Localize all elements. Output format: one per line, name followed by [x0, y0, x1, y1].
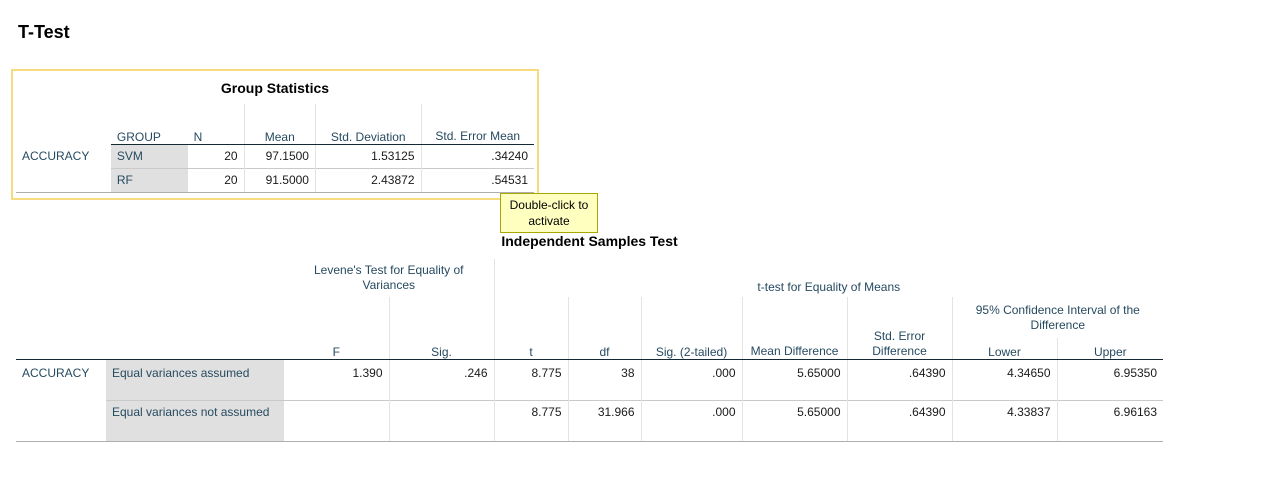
ist-col-lower: Lower	[951, 338, 1058, 360]
ist-mean-diff-not-assumed: 5.65000	[741, 399, 848, 442]
ist-col-sig2: Sig. (2-tailed)	[640, 297, 743, 360]
ist-variable: ACCURACY	[16, 358, 106, 400]
ist-col-sig: Sig.	[388, 297, 495, 360]
gs-group-svm: SVM	[110, 144, 188, 168]
ist-col-se-diff: Std. Error Difference	[846, 297, 953, 360]
ist-col-mean-diff: Mean Difference	[741, 297, 848, 360]
gs-col-sd: Std. Deviation	[314, 104, 421, 145]
ist-mean-diff-assumed: 5.65000	[741, 359, 848, 400]
page-title: T-Test	[18, 22, 70, 42]
activate-tooltip: Double-click to activate	[500, 193, 598, 233]
ist-f-not-assumed	[284, 399, 389, 442]
independent-test-table[interactable]: Levene's Test for Equality of Variances …	[16, 259, 1164, 442]
ist-upper-assumed: 6.95350	[1056, 359, 1164, 400]
ist-col-t: t	[493, 297, 569, 360]
gs-mean-svm: 97.1500	[243, 144, 316, 168]
ist-sig2-assumed: .000	[640, 359, 743, 400]
ist-df-not-assumed: 31.966	[567, 399, 642, 442]
ist-se-diff-assumed: .64390	[846, 359, 953, 400]
group-statistics-title: Group Statistics	[220, 80, 330, 96]
gs-corner	[16, 104, 111, 144]
ist-lower-not-assumed: 4.33837	[951, 399, 1058, 442]
gs-col-mean: Mean	[243, 104, 316, 145]
ist-df-assumed: 38	[567, 359, 642, 400]
ist-se-diff-not-assumed: .64390	[846, 399, 953, 442]
gs-n-rf: 20	[187, 167, 245, 193]
ist-corner-a	[16, 259, 106, 359]
gs-group-rf: RF	[110, 167, 188, 193]
gs-mean-rf: 91.5000	[243, 167, 316, 193]
ist-sig-assumed: .246	[388, 359, 495, 400]
ist-row-label-assumed: Equal variances assumed	[106, 358, 284, 400]
ist-col-df: df	[567, 297, 642, 360]
ist-ci-header: 95% Confidence Interval of the Differenc…	[951, 297, 1164, 338]
ist-t-assumed: 8.775	[493, 359, 569, 400]
ist-col-f: F	[284, 297, 389, 360]
ist-ttest-header: t-test for Equality of Means	[493, 259, 1164, 297]
gs-col-se: Std. Error Mean	[420, 104, 534, 145]
ist-upper-not-assumed: 6.96163	[1056, 399, 1164, 442]
gs-col-group: GROUP	[110, 104, 188, 145]
gs-se-rf: .54531	[420, 167, 534, 193]
independent-test-title: Independent Samples Test	[501, 233, 678, 249]
group-statistics-table[interactable]: GROUP N Mean Std. Deviation Std. Error M…	[16, 104, 534, 193]
ist-row-label-not-assumed: Equal variances not assumed	[106, 399, 284, 442]
ist-variable-empty	[16, 400, 106, 442]
ist-sig2-not-assumed: .000	[640, 399, 743, 442]
ist-lower-assumed: 4.34650	[951, 359, 1058, 400]
ist-levene-header: Levene's Test for Equality of Variances	[314, 263, 464, 292]
gs-variable: ACCURACY	[22, 149, 90, 163]
ist-f-assumed: 1.390	[352, 365, 383, 380]
gs-n-svm: 20	[224, 149, 238, 163]
gs-sd-rf: 2.43872	[314, 167, 421, 193]
ist-corner-b	[106, 259, 284, 359]
gs-col-n: N	[187, 104, 245, 145]
gs-sd-svm: 1.53125	[314, 144, 421, 168]
ist-t-not-assumed: 8.775	[493, 399, 569, 442]
ist-sig-not-assumed	[388, 399, 495, 442]
ist-col-upper: Upper	[1056, 338, 1164, 360]
gs-variable-empty	[16, 168, 111, 193]
gs-se-svm: .34240	[420, 144, 534, 168]
